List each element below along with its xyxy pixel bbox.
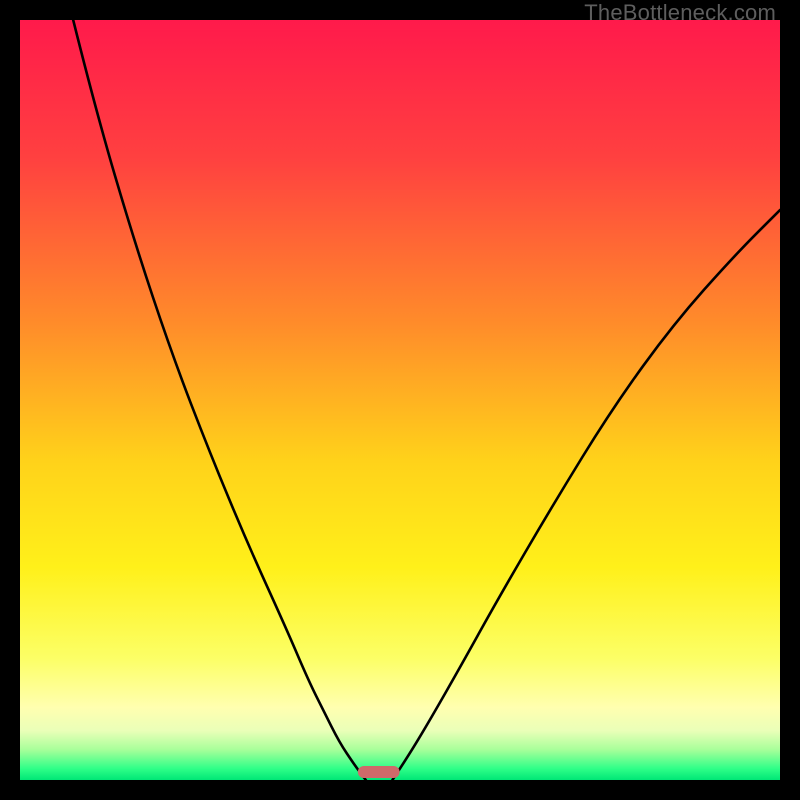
bottleneck-marker [358,766,400,778]
chart-canvas [20,20,780,780]
gradient-bg [20,20,780,780]
watermark-text: TheBottleneck.com [584,0,776,26]
chart-frame [20,20,780,780]
